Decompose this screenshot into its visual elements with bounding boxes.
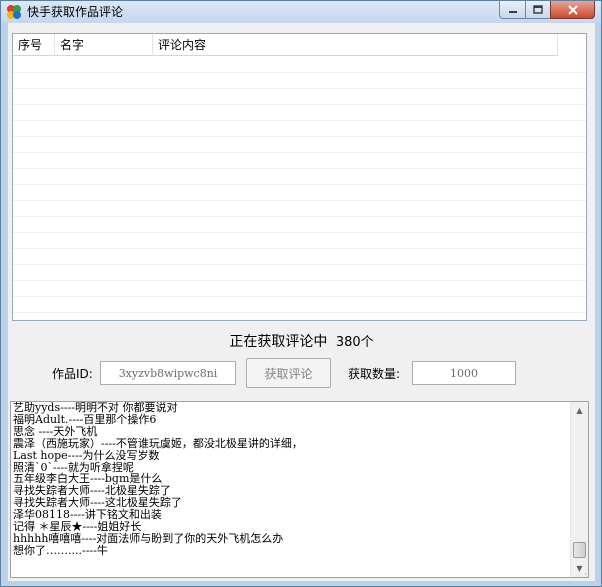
status-text: 正在获取评论中 bbox=[229, 334, 328, 350]
log-scrollbar[interactable]: ▲ ▼ bbox=[570, 402, 588, 577]
work-id-label: 作品ID: bbox=[52, 367, 93, 381]
fetch-count-label: 获取数量: bbox=[348, 367, 401, 381]
app-window: 快手获取作品评论 序号 名字 评论内容 正在获取评论中 380个 作品ID: 3… bbox=[0, 0, 602, 587]
work-id-input[interactable] bbox=[100, 361, 236, 385]
list-body[interactable] bbox=[13, 57, 586, 320]
log-lines: 艺助yyds----明明不对 你都要说对 福明Adult.----百里那个操作6… bbox=[13, 402, 568, 577]
maximize-icon bbox=[533, 4, 543, 14]
log-line: 震泽（西施玩家）----不管谁玩虞姬，都没北极星讲的详细， bbox=[13, 436, 303, 450]
log-textarea[interactable]: 艺助yyds----明明不对 你都要说对 福明Adult.----百里那个操作6… bbox=[10, 401, 589, 578]
minimize-button[interactable] bbox=[499, 1, 526, 19]
list-header: 序号 名字 评论内容 bbox=[13, 34, 558, 56]
fetch-count-input[interactable] bbox=[412, 361, 516, 385]
comment-list-view[interactable]: 序号 名字 评论内容 bbox=[12, 33, 587, 321]
log-line: Last hope----为什么没写岁数 bbox=[13, 448, 160, 462]
app-logo-icon bbox=[7, 5, 21, 19]
triangle-up-icon: ▲ bbox=[576, 406, 583, 415]
fetch-comments-button[interactable]: 获取评论 bbox=[246, 358, 331, 388]
maximize-button[interactable] bbox=[525, 1, 551, 19]
client-area: 序号 名字 评论内容 正在获取评论中 380个 作品ID: 获取评论 获取数量:… bbox=[8, 23, 595, 581]
column-header-comment[interactable]: 评论内容 bbox=[153, 34, 558, 56]
scroll-thumb[interactable] bbox=[573, 542, 586, 558]
window-title: 快手获取作品评论 bbox=[27, 5, 124, 19]
title-bar[interactable]: 快手获取作品评论 bbox=[1, 1, 601, 23]
log-line: 想你了……....----牛 bbox=[13, 543, 108, 557]
column-header-index[interactable]: 序号 bbox=[13, 34, 55, 56]
close-button[interactable] bbox=[550, 1, 595, 19]
close-icon bbox=[567, 4, 578, 15]
scroll-up-button[interactable]: ▲ bbox=[571, 402, 588, 419]
column-header-name[interactable]: 名字 bbox=[55, 34, 153, 56]
minimize-icon bbox=[508, 10, 517, 13]
status-count: 380个 bbox=[335, 335, 374, 350]
resize-grip-icon[interactable]: ⋰ bbox=[581, 569, 593, 581]
status-line: 正在获取评论中 380个 bbox=[8, 333, 595, 352]
log-line: 思念 ----天外飞机 bbox=[13, 424, 98, 438]
